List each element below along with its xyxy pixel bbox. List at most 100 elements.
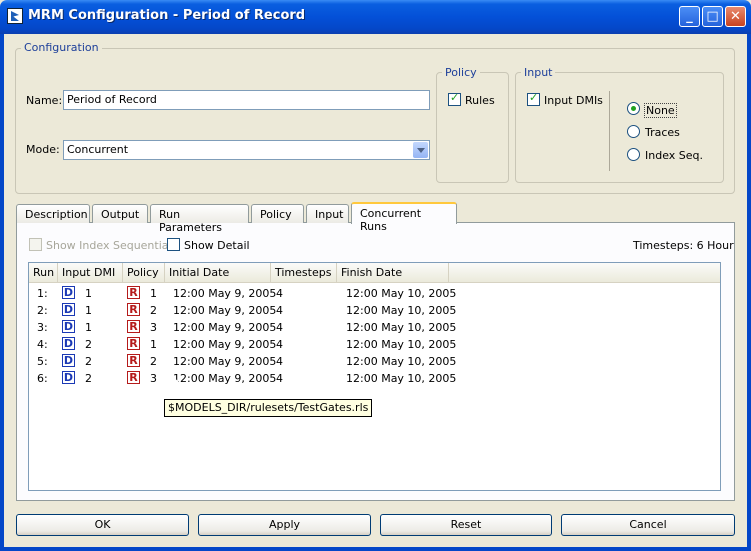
table-row[interactable]: 6: D 2 R 3 12:00 May 9, 2005 4 12:00 May 10, 20… [29, 370, 720, 387]
input-dmi-cell: 1 [85, 287, 92, 300]
mode-select-value: Concurrent [67, 143, 129, 156]
reset-button[interactable]: Reset [380, 514, 552, 536]
dmi-badge-icon: D [62, 320, 75, 333]
timesteps-cell: 4 [276, 321, 283, 334]
column-header-finish-date[interactable]: Finish Date [337, 263, 449, 282]
input-dmi-cell: 2 [85, 355, 92, 368]
column-header-timesteps[interactable]: Timesteps [271, 263, 337, 282]
show-index-sequential-label: Show Index Sequential [46, 239, 172, 252]
timesteps-label: Timesteps: 6 Hour [633, 239, 734, 252]
initial-date-cell: 12:00 May 9, 2005 [173, 287, 277, 300]
mode-label: Mode: [26, 143, 60, 156]
input-dmis-label: Input DMIs [544, 94, 603, 107]
input-separator [609, 91, 610, 171]
window-frame-left [0, 34, 4, 551]
run-cell: 4: [37, 338, 48, 351]
app-logo-icon [7, 8, 23, 24]
policy-cell: 2 [150, 304, 157, 317]
policy-cell: 3 [150, 321, 157, 334]
tab-input[interactable]: Input [306, 204, 349, 223]
initial-date-cell: 12:00 May 9, 2005 [173, 355, 277, 368]
close-button[interactable]: ✕ [725, 6, 746, 27]
mode-select[interactable]: Concurrent [63, 140, 430, 160]
run-cell: 3: [37, 321, 48, 334]
run-cell: 2: [37, 304, 48, 317]
tab-concurrent-runs[interactable]: Concurrent Runs [351, 202, 457, 233]
window-frame-right [747, 34, 751, 551]
apply-button[interactable]: Apply [198, 514, 371, 536]
policy-cell: 2 [150, 355, 157, 368]
input-dmi-cell: 2 [85, 372, 92, 385]
tab-run-parameters[interactable]: Run Parameters [150, 204, 249, 234]
window-frame-bottom [0, 547, 751, 551]
radio-none[interactable] [627, 102, 640, 115]
radio-index-seq[interactable] [627, 148, 640, 161]
policy-group [436, 72, 509, 183]
column-header-run[interactable]: Run [29, 263, 58, 282]
concurrent-runs-table[interactable]: Run Input DMI Policy Initial Date Timest… [28, 262, 721, 491]
finish-date-cell: 12:00 May 10, 2005 [346, 372, 457, 385]
run-cell: 5: [37, 355, 48, 368]
radio-none-label: None [644, 103, 677, 118]
policy-cell: 1 [150, 287, 157, 300]
title-bar[interactable]: MRM Configuration - Period of Record _ □… [0, 0, 751, 34]
maximize-button[interactable]: □ [702, 6, 723, 27]
timesteps-cell: 4 [276, 355, 283, 368]
timesteps-cell: 4 [276, 287, 283, 300]
table-header: Run Input DMI Policy Initial Date Timest… [29, 263, 720, 283]
column-header-input-dmi[interactable]: Input DMI [58, 263, 123, 282]
policy-cell: 1 [150, 338, 157, 351]
run-cell: 1: [37, 287, 48, 300]
finish-date-cell: 12:00 May 10, 2005 [346, 338, 457, 351]
policy-badge-icon: R [127, 286, 140, 299]
dmi-badge-icon: D [62, 286, 75, 299]
initial-date-cell: 12:00 May 9, 2005 [173, 372, 277, 385]
radio-traces[interactable] [627, 125, 640, 138]
show-detail-checkbox[interactable] [167, 238, 180, 251]
tab-description[interactable]: Description [16, 204, 90, 223]
minimize-button[interactable]: _ [679, 6, 700, 27]
initial-date-cell: 12:00 May 9, 2005 [173, 338, 277, 351]
initial-date-cell: 12:00 May 9, 2005 [173, 304, 277, 317]
input-dmi-cell: 1 [85, 304, 92, 317]
policy-cell: 3 [150, 372, 157, 385]
finish-date-cell: 12:00 May 10, 2005 [346, 304, 457, 317]
initial-date-cell: 12:00 May 9, 2005 [173, 321, 277, 334]
policy-badge-icon: R [127, 371, 140, 384]
table-row[interactable]: 1: D 1 R 1 12:00 May 9, 2005 4 12:00 May 10, 20… [29, 285, 720, 302]
window-title: MRM Configuration - Period of Record [28, 8, 306, 23]
input-group [515, 72, 724, 183]
input-dmis-checkbox[interactable] [527, 91, 540, 106]
input-dmi-cell: 1 [85, 321, 92, 334]
show-detail-label: Show Detail [184, 239, 250, 252]
name-label: Name: [26, 94, 63, 107]
policy-badge-icon: R [127, 337, 140, 350]
tab-output[interactable]: Output [92, 204, 148, 223]
rules-label: Rules [465, 94, 495, 107]
cancel-button[interactable]: Cancel [561, 514, 735, 536]
input-group-title: Input [521, 66, 556, 79]
finish-date-cell: 12:00 May 10, 2005 [346, 321, 457, 334]
tab-policy[interactable]: Policy [251, 204, 304, 223]
run-cell: 6: [37, 372, 48, 385]
input-dmi-cell: 2 [85, 338, 92, 351]
dmi-badge-icon: D [62, 337, 75, 350]
timesteps-cell: 4 [276, 304, 283, 317]
table-row[interactable]: 3: D 1 R 3 12:00 May 9, 2005 4 12:00 May 10, 20… [29, 319, 720, 336]
dmi-badge-icon: D [62, 354, 75, 367]
dmi-badge-icon: D [62, 303, 75, 316]
show-index-sequential-checkbox[interactable] [29, 238, 42, 251]
ok-button[interactable]: OK [16, 514, 189, 536]
table-row[interactable]: 4: D 2 R 1 12:00 May 9, 2005 4 12:00 May 10, 20… [29, 336, 720, 353]
column-header-policy[interactable]: Policy [123, 263, 165, 282]
column-header-initial-date[interactable]: Initial Date [165, 263, 271, 282]
table-row[interactable]: 5: D 2 R 2 12:00 May 9, 2005 4 12:00 May 10, 20… [29, 353, 720, 370]
policy-badge-icon: R [127, 303, 140, 316]
finish-date-cell: 12:00 May 10, 2005 [346, 287, 457, 300]
policy-group-title: Policy [442, 66, 480, 79]
table-row[interactable]: 2: D 1 R 2 12:00 May 9, 2005 4 12:00 May 10, 20… [29, 302, 720, 319]
name-field[interactable]: Period of Record [63, 90, 430, 110]
configuration-group-title: Configuration [21, 41, 102, 54]
chevron-down-icon[interactable] [413, 142, 428, 158]
rules-checkbox[interactable] [448, 91, 461, 106]
